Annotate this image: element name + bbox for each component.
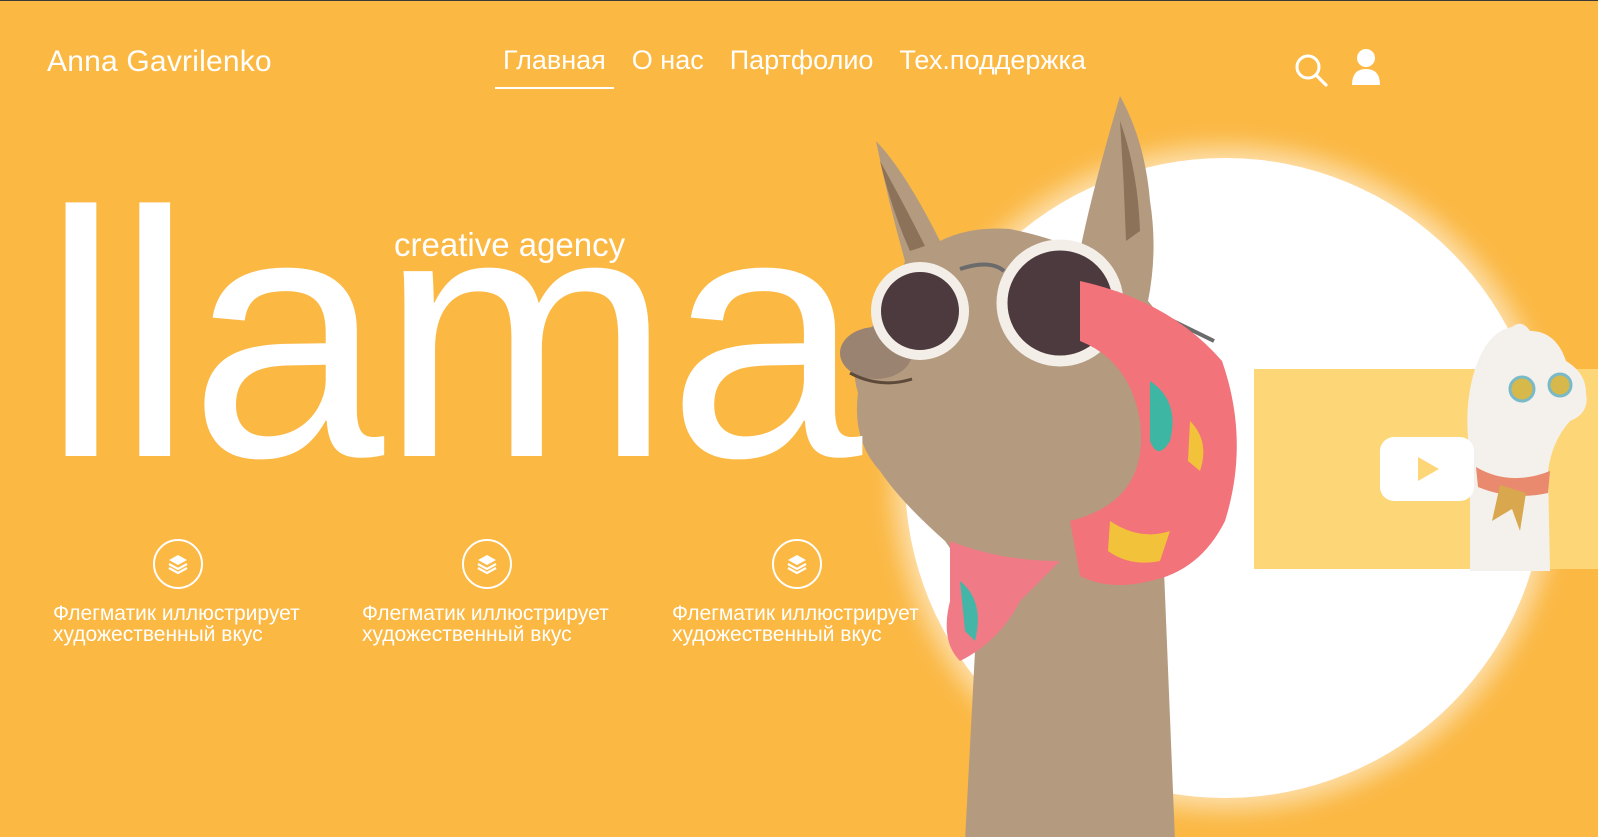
nav-about[interactable]: О нас — [624, 45, 712, 76]
search-icon[interactable] — [1294, 53, 1328, 87]
feature-text: Флегматик иллюстрирует художественный вк… — [672, 603, 932, 645]
play-icon — [1418, 457, 1439, 481]
feature-text: Флегматик иллюстрирует художественный вк… — [53, 603, 313, 645]
feature-text: Флегматик иллюстрирует художественный вк… — [362, 603, 622, 645]
hero-subtitle: creative agency — [394, 226, 626, 263]
feature-text-line2: художественный вкус — [53, 623, 263, 646]
nav-home[interactable]: Главная — [495, 45, 614, 89]
user-icon[interactable] — [1350, 47, 1382, 87]
brand-logo[interactable]: Anna Gavrilenko — [47, 45, 272, 79]
feature-text-line1: Флегматик иллюстрирует — [672, 602, 919, 625]
nav-portfolio[interactable]: Партфолио — [722, 45, 882, 76]
main-nav: Главная О нас Партфолио Тех.поддержка — [495, 45, 1104, 89]
play-video-button[interactable] — [1380, 437, 1474, 501]
feature-item: Флегматик иллюстрирует художественный вк… — [672, 539, 932, 645]
layers-icon — [772, 539, 822, 589]
feature-text-line2: художественный вкус — [672, 623, 882, 646]
feature-item: Флегматик иллюстрирует художественный вк… — [362, 539, 622, 645]
nav-support[interactable]: Тех.поддержка — [891, 45, 1093, 76]
layers-icon — [462, 539, 512, 589]
page-frame: Anna Gavrilenko Главная О нас Партфолио … — [0, 0, 1598, 837]
layers-icon — [153, 539, 203, 589]
feature-text-line2: художественный вкус — [362, 623, 572, 646]
feature-text-line1: Флегматик иллюстрирует — [53, 602, 300, 625]
feature-text-line1: Флегматик иллюстрирует — [362, 602, 609, 625]
hero-title: llama — [42, 140, 862, 531]
small-alpaca-image — [1467, 323, 1587, 571]
feature-item: Флегматик иллюстрирует художественный вк… — [53, 539, 313, 645]
llama-image — [840, 96, 1237, 837]
